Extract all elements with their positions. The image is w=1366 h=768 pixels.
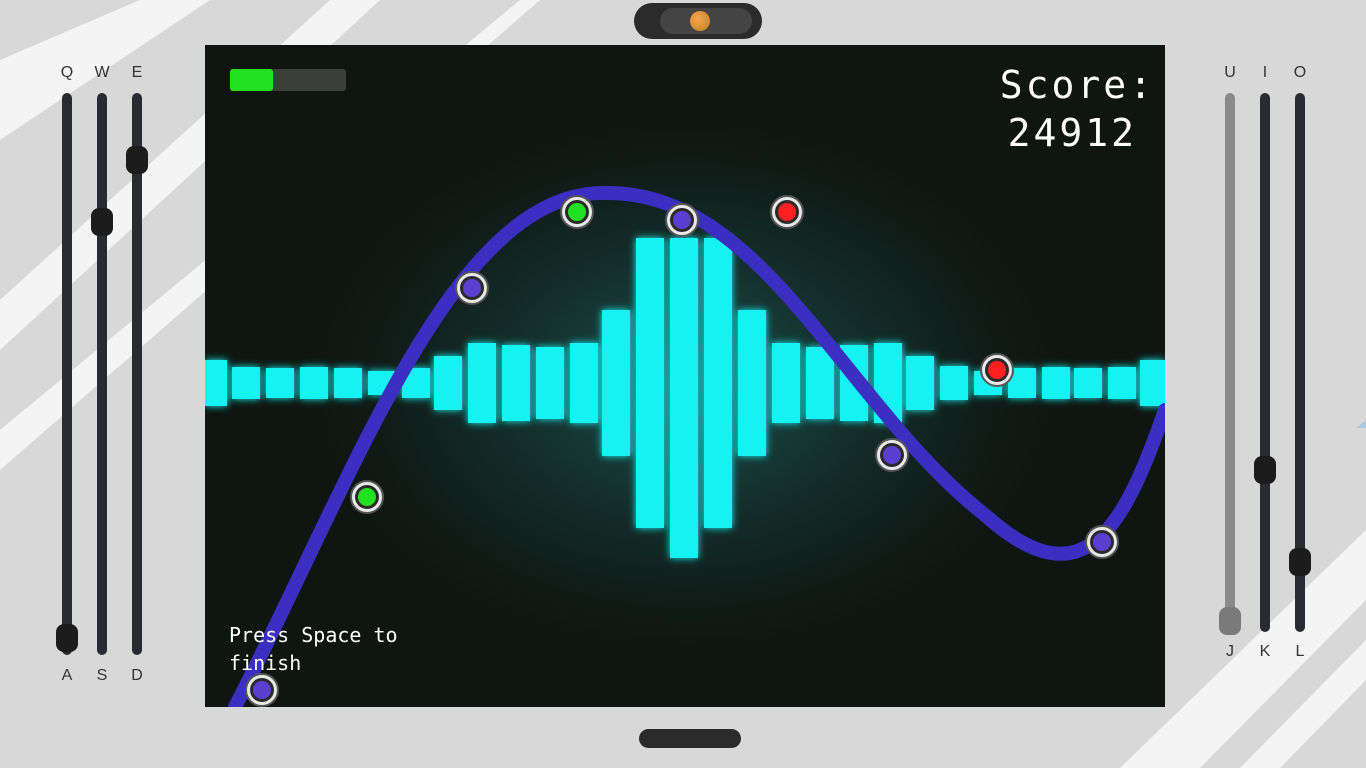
slider-key-i: I [1262,64,1268,81]
note-red [980,353,1014,387]
slider-knob[interactable] [1219,607,1241,636]
note-purple [245,673,279,707]
visualizer-bar [1042,367,1070,399]
note-purple [875,438,909,472]
score-label: Score: [999,63,1155,107]
visualizer-bar [434,356,462,410]
slider-key-l: L [1295,643,1305,660]
slider-track[interactable] [132,93,142,655]
note-green [350,480,384,514]
visualizer-bar [940,366,968,400]
slider-track[interactable] [97,93,107,655]
slider-track[interactable] [1260,93,1270,632]
slider-track[interactable] [62,93,72,655]
visualizer-bar [772,343,800,423]
slider-key-u: U [1224,64,1236,81]
slider-key-a: A [61,667,73,684]
finish-hint: Press Space to finish [229,623,398,675]
slider-key-j: J [1226,643,1234,660]
game-screen[interactable]: Score: 24912 Press Space to finish [205,45,1165,707]
visualizer-bar [670,238,698,558]
visualizer-bar [536,347,564,419]
note-red [770,195,804,229]
visualizer-bar [1074,368,1102,398]
camera-lens-icon [690,11,710,31]
visualizer-bar [806,347,834,419]
slider-key-s: S [96,667,108,684]
device-home-bar [639,729,741,748]
visualizer-bar [738,310,766,456]
visualizer-bar [266,368,294,398]
slider-key-e: E [131,64,143,81]
slider-knob[interactable] [126,146,148,175]
visualizer-bar [468,343,496,423]
visualizer-bar [602,310,630,456]
slider-key-q: Q [60,64,74,81]
note-purple [1085,525,1119,559]
score-value: 24912 [1007,111,1137,155]
slider-knob[interactable] [1289,547,1311,576]
slider-key-k: K [1259,643,1271,660]
visualizer-bar [906,356,934,410]
visualizer-bar [704,238,732,528]
slider-knob[interactable] [56,624,78,653]
slider-knob[interactable] [91,208,113,237]
slider-key-d: D [131,667,143,684]
progress-bar [230,69,346,91]
slider-track[interactable] [1225,93,1235,632]
visualizer-bar [232,367,260,399]
note-purple [665,203,699,237]
visualizer-bar [205,360,227,406]
visualizer-bar [636,238,664,528]
note-purple [455,271,489,305]
visualizer-bar [1108,367,1136,399]
progress-fill [230,69,273,91]
slider-key-o: O [1293,64,1307,81]
visualizer-bar [1140,360,1165,406]
note-green [560,195,594,229]
visualizer-bar [334,368,362,398]
slider-knob[interactable] [1254,456,1276,485]
visualizer-bar [502,345,530,421]
visualizer-bar [570,343,598,423]
slider-key-w: W [94,64,110,81]
device-top-notch [634,3,762,39]
visualizer-bar [300,367,328,399]
